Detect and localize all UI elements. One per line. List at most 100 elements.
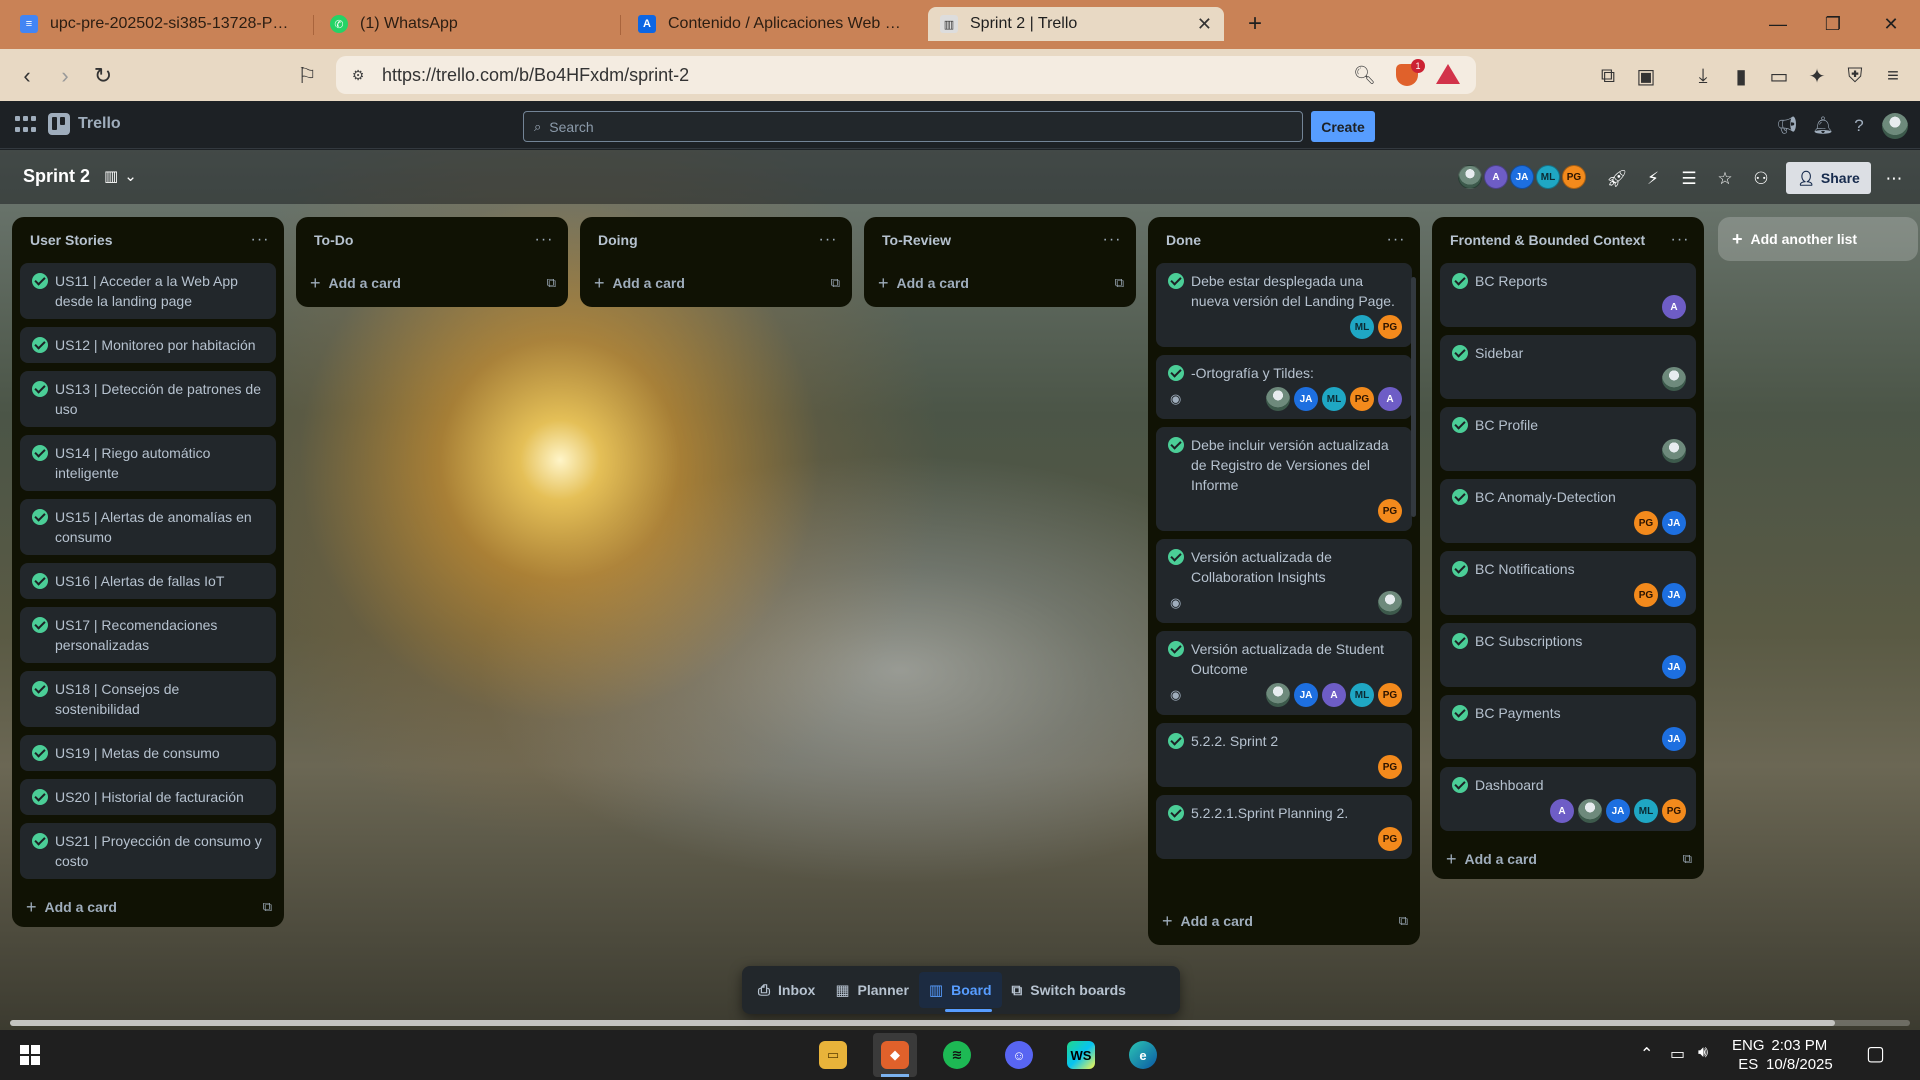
vpn-icon[interactable]: ⛨	[1840, 61, 1870, 91]
list-menu-icon[interactable]: ···	[1666, 231, 1694, 249]
complete-check-icon[interactable]	[1452, 633, 1468, 649]
card-template-icon[interactable]: ⧉	[831, 275, 840, 291]
list-menu-icon[interactable]: ···	[246, 231, 274, 249]
add-card-button[interactable]: + Add a card ⧉	[1148, 901, 1420, 941]
member-avatar[interactable]: PG	[1378, 827, 1402, 851]
member-avatar[interactable]: A	[1322, 683, 1346, 707]
complete-check-icon[interactable]	[32, 745, 48, 761]
notifications-icon[interactable]: 🔔︎	[1810, 113, 1836, 139]
clock[interactable]: 2:03 PM 10/8/2025	[1766, 1036, 1833, 1074]
more-icon[interactable]: ⋯	[1880, 165, 1908, 193]
card-template-icon[interactable]: ⧉	[1399, 913, 1408, 929]
board-title[interactable]: Sprint 2	[23, 166, 90, 187]
card-template-icon[interactable]: ⧉	[1683, 851, 1692, 867]
card[interactable]: BC Reports A	[1440, 263, 1696, 327]
member-avatar[interactable]	[1662, 367, 1686, 391]
tab-upc[interactable]: ≡ upc-pre-202502-si385-13728-Peruso	[8, 7, 308, 41]
complete-check-icon[interactable]	[1168, 437, 1184, 453]
megaphone-icon[interactable]: 📢︎	[1774, 113, 1800, 139]
board-horizontal-scrollbar[interactable]	[10, 1020, 1910, 1026]
search-box[interactable]: ⌕	[523, 111, 1303, 142]
member-avatar[interactable]	[1378, 591, 1402, 615]
list-scrollbar[interactable]	[1411, 277, 1416, 517]
card[interactable]: US12 | Monitoreo por habitación	[20, 327, 276, 363]
card[interactable]: Debe incluir versión actualizada de Regi…	[1156, 427, 1412, 531]
complete-check-icon[interactable]	[1168, 805, 1184, 821]
member-avatar[interactable]: A	[1662, 295, 1686, 319]
download-icon[interactable]: ⤓	[1688, 61, 1718, 91]
board-view-switcher[interactable]: ▥ ⌄	[104, 167, 137, 185]
complete-check-icon[interactable]	[1168, 365, 1184, 381]
tab-contenido[interactable]: A Contenido / Aplicaciones Web - Pres	[626, 7, 916, 41]
spotify-icon[interactable]: ≋	[935, 1033, 979, 1077]
create-button[interactable]: Create	[1311, 111, 1375, 142]
member-avatar[interactable]: ML	[1350, 683, 1374, 707]
webstorm-icon[interactable]: WS	[1059, 1033, 1103, 1077]
automation-icon[interactable]: ⚡︎	[1639, 165, 1667, 193]
complete-check-icon[interactable]	[1452, 489, 1468, 505]
card[interactable]: US20 | Historial de facturación	[20, 779, 276, 815]
list-menu-icon[interactable]: ···	[1382, 231, 1410, 249]
card[interactable]: 5.2.2. Sprint 2 PG	[1156, 723, 1412, 787]
network-icon[interactable]: ▭	[1670, 1044, 1685, 1064]
edge-icon[interactable]: e	[1121, 1033, 1165, 1077]
member-avatar[interactable]: PG	[1634, 583, 1658, 607]
brave-browser-icon[interactable]: ◆	[873, 1033, 917, 1077]
member-avatar[interactable]: ML	[1350, 315, 1374, 339]
list-title[interactable]: Doing	[598, 232, 814, 248]
card[interactable]: -Ortografía y Tildes: ◉ JA ML PG A	[1156, 355, 1412, 419]
complete-check-icon[interactable]	[1452, 273, 1468, 289]
add-card-button[interactable]: + Add a card ⧉	[864, 263, 1136, 303]
tray-chevron-icon[interactable]: ⌃	[1640, 1044, 1653, 1064]
reload-icon[interactable]: ↻	[86, 59, 120, 93]
language-indicator[interactable]: ENG ES	[1732, 1036, 1765, 1074]
complete-check-icon[interactable]	[32, 681, 48, 697]
member-avatar[interactable]: ML	[1322, 387, 1346, 411]
notification-center-icon[interactable]: ▢	[1866, 1041, 1885, 1066]
member-avatar[interactable]	[1458, 165, 1482, 189]
file-explorer-icon[interactable]: ▭	[811, 1033, 855, 1077]
site-settings-icon[interactable]: ⚙	[346, 67, 370, 84]
member-avatar[interactable]: PG	[1378, 755, 1402, 779]
switch-boards-button[interactable]: ⧉ Switch boards	[1002, 972, 1136, 1008]
complete-check-icon[interactable]	[32, 273, 48, 289]
new-tab-button[interactable]: +	[1232, 8, 1278, 40]
card[interactable]: BC Anomaly-Detection PG JA	[1440, 479, 1696, 543]
visibility-icon[interactable]: ⚇	[1747, 165, 1775, 193]
forward-icon[interactable]: ›	[48, 59, 82, 93]
minimize-icon[interactable]: —	[1755, 8, 1801, 40]
trello-logo[interactable]: Trello	[48, 113, 121, 135]
card[interactable]: US13 | Detección de patrones de uso	[20, 371, 276, 427]
search-input[interactable]	[549, 118, 1250, 135]
card[interactable]: US19 | Metas de consumo	[20, 735, 276, 771]
member-avatar[interactable]	[1578, 799, 1602, 823]
list-menu-icon[interactable]: ···	[530, 231, 558, 249]
tab-whatsapp[interactable]: ✆ (1) WhatsApp	[318, 7, 618, 41]
complete-check-icon[interactable]	[32, 445, 48, 461]
complete-check-icon[interactable]	[1452, 705, 1468, 721]
planner-button[interactable]: ▦ Planner	[825, 972, 919, 1008]
leo-ai-icon[interactable]: ✦	[1802, 61, 1832, 91]
list-menu-icon[interactable]: ···	[814, 231, 842, 249]
card[interactable]: BC Payments JA	[1440, 695, 1696, 759]
card[interactable]: US21 | Proyección de consumo y costo	[20, 823, 276, 879]
complete-check-icon[interactable]	[32, 617, 48, 633]
inbox-button[interactable]: ⎙ Inbox	[748, 972, 825, 1008]
add-list-button[interactable]: + Add another list	[1718, 217, 1918, 261]
card[interactable]: BC Profile	[1440, 407, 1696, 471]
add-card-button[interactable]: + Add a card ⧉	[580, 263, 852, 303]
complete-check-icon[interactable]	[32, 381, 48, 397]
card[interactable]: Debe estar desplegada una nueva versión …	[1156, 263, 1412, 347]
screenshot-icon[interactable]: ▣	[1631, 61, 1661, 91]
card-template-icon[interactable]: ⧉	[263, 899, 272, 915]
close-tab-icon[interactable]: ✕	[1197, 14, 1212, 35]
share-button[interactable]: 👤︎ Share	[1786, 162, 1871, 194]
board-button[interactable]: ▥ Board	[918, 972, 1002, 1012]
account-avatar[interactable]	[1882, 113, 1908, 139]
add-card-button[interactable]: + Add a card ⧉	[1432, 839, 1704, 879]
brave-rewards-icon[interactable]	[1436, 64, 1460, 84]
card[interactable]: BC Notifications PG JA	[1440, 551, 1696, 615]
list-title[interactable]: To-Do	[314, 232, 530, 248]
complete-check-icon[interactable]	[1168, 733, 1184, 749]
member-avatar[interactable]	[1266, 387, 1290, 411]
